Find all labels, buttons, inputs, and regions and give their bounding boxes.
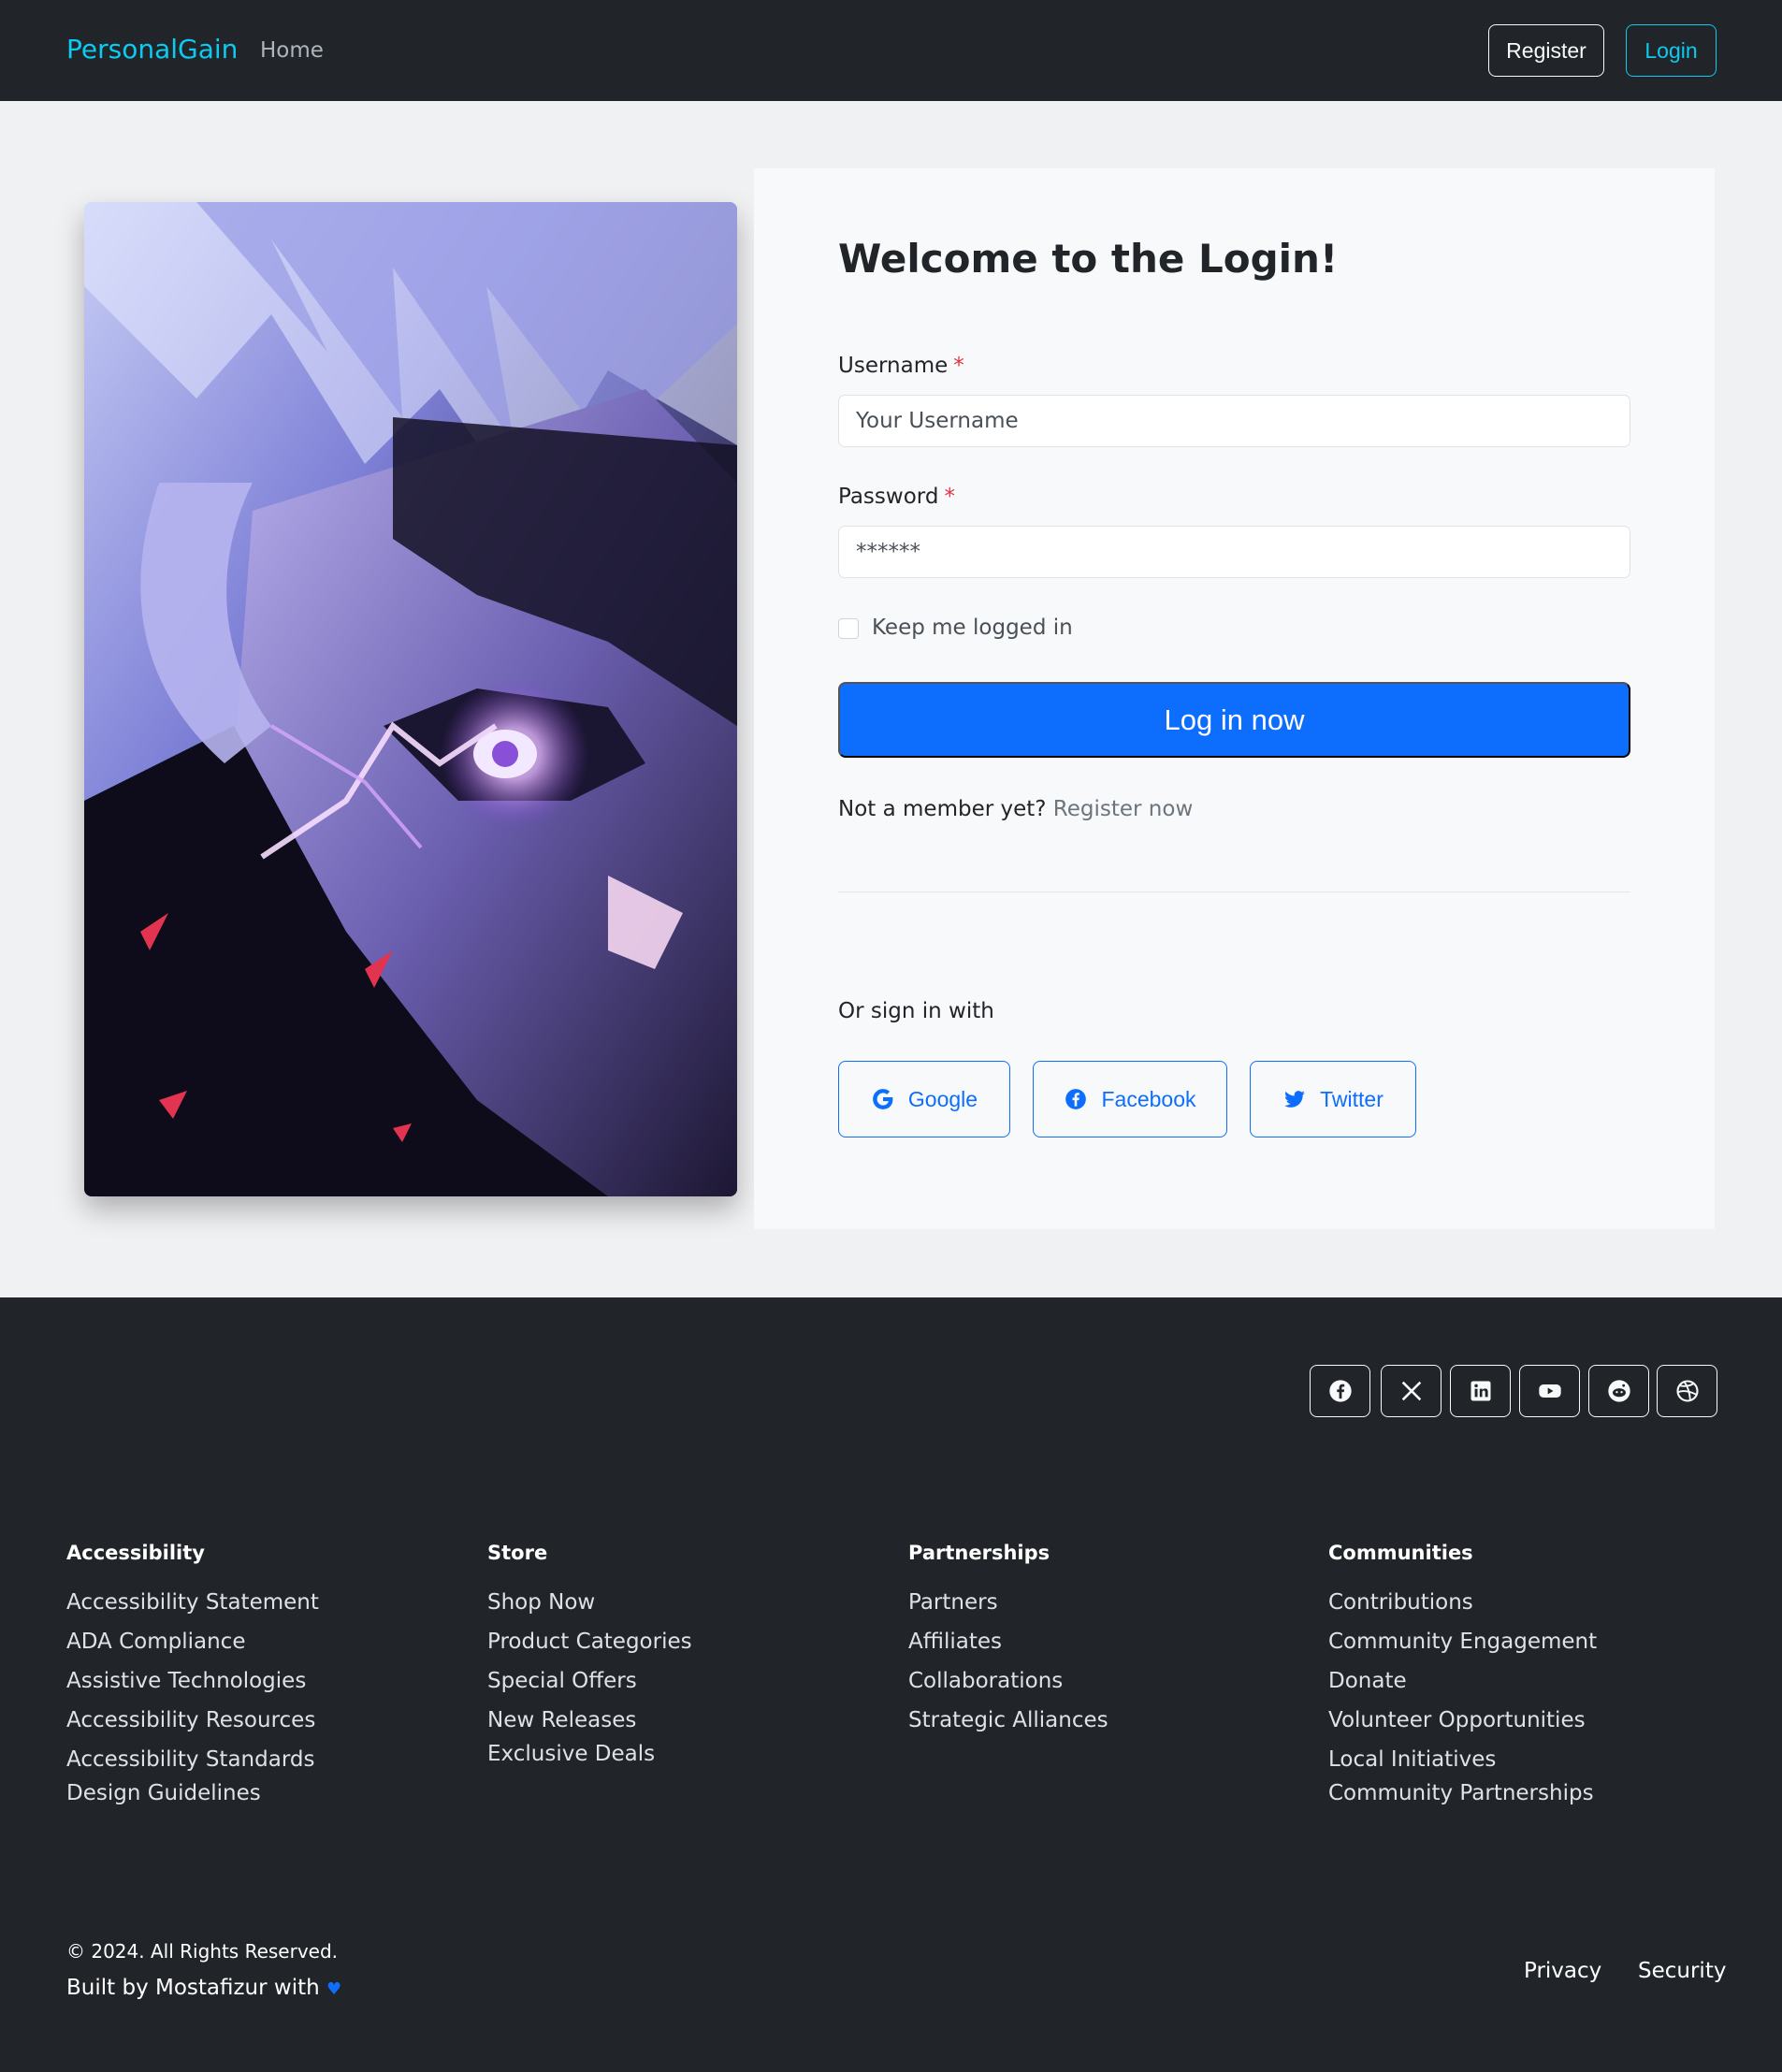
footer-facebook-icon[interactable] bbox=[1310, 1365, 1370, 1417]
username-input[interactable] bbox=[838, 395, 1630, 447]
footer-link[interactable]: Accessibility Standards bbox=[66, 1747, 314, 1772]
google-icon bbox=[873, 1089, 893, 1109]
footer-link[interactable]: Community Partnerships bbox=[1328, 1781, 1594, 1805]
facebook-signin-button[interactable]: Facebook bbox=[1033, 1061, 1227, 1137]
register-button[interactable]: Register bbox=[1488, 24, 1604, 77]
password-input[interactable] bbox=[838, 526, 1630, 578]
footer-link[interactable]: Affiliates bbox=[908, 1630, 1002, 1654]
footer-col-accessibility-title: Accessibility bbox=[66, 1542, 205, 1564]
keep-logged-in-label[interactable]: Keep me logged in bbox=[872, 616, 1073, 640]
footer-link[interactable]: Accessibility Resources bbox=[66, 1708, 315, 1732]
footer-link[interactable]: Strategic Alliances bbox=[908, 1708, 1108, 1732]
footer-reddit-icon[interactable] bbox=[1588, 1365, 1649, 1417]
username-label: Username * bbox=[838, 354, 964, 378]
footer-link[interactable]: Assistive Technologies bbox=[66, 1669, 306, 1693]
footer-dribbble-icon[interactable] bbox=[1657, 1365, 1717, 1417]
footer-col-store-title: Store bbox=[487, 1542, 548, 1564]
footer-link[interactable]: Exclusive Deals bbox=[487, 1742, 655, 1766]
footer-link[interactable]: Product Categories bbox=[487, 1630, 692, 1654]
footer-youtube-icon[interactable] bbox=[1519, 1365, 1580, 1417]
footer-col-partnerships-title: Partnerships bbox=[908, 1542, 1050, 1564]
footer-link[interactable]: Donate bbox=[1328, 1669, 1407, 1693]
copyright-text: © 2024. All Rights Reserved. bbox=[66, 1940, 339, 1963]
nav-home-link[interactable]: Home bbox=[260, 38, 324, 63]
x-icon bbox=[1401, 1381, 1421, 1401]
footer-col-communities-title: Communities bbox=[1328, 1542, 1473, 1564]
facebook-label: Facebook bbox=[1101, 1086, 1196, 1111]
footer-link[interactable]: Community Engagement bbox=[1328, 1630, 1597, 1654]
facebook-icon bbox=[1328, 1380, 1352, 1402]
footer-link[interactable]: Accessibility Statement bbox=[66, 1590, 319, 1615]
google-signin-button[interactable]: Google bbox=[838, 1061, 1010, 1137]
footer-link[interactable]: New Releases bbox=[487, 1708, 636, 1732]
register-prompt: Not a member yet? Register now bbox=[838, 797, 1193, 821]
page-title: Welcome to the Login! bbox=[838, 236, 1339, 282]
footer-link[interactable]: Design Guidelines bbox=[66, 1781, 261, 1805]
required-asterisk: * bbox=[953, 354, 964, 378]
username-label-text: Username bbox=[838, 354, 949, 378]
dribbble-icon bbox=[1675, 1380, 1699, 1402]
twitter-signin-button[interactable]: Twitter bbox=[1250, 1061, 1416, 1137]
navbar: PersonalGain Home Register Login bbox=[0, 0, 1782, 101]
linkedin-icon bbox=[1471, 1381, 1490, 1401]
required-asterisk: * bbox=[944, 485, 955, 509]
password-label-text: Password bbox=[838, 485, 939, 509]
login-submit-button[interactable]: Log in now bbox=[838, 682, 1630, 758]
divider bbox=[838, 891, 1630, 892]
footer-link[interactable]: Special Offers bbox=[487, 1669, 637, 1693]
keep-logged-in-checkbox[interactable] bbox=[838, 618, 859, 639]
twitter-icon bbox=[1284, 1091, 1305, 1108]
built-by-label: Built by Mostafizur with bbox=[66, 1976, 320, 2000]
heart-icon: ♥ bbox=[326, 1979, 342, 1999]
hero-illustration bbox=[84, 202, 737, 1196]
footer-linkedin-icon[interactable] bbox=[1450, 1365, 1511, 1417]
youtube-icon bbox=[1538, 1384, 1561, 1398]
not-member-text: Not a member yet? bbox=[838, 797, 1047, 821]
footer-link[interactable]: Contributions bbox=[1328, 1590, 1473, 1615]
register-now-link[interactable]: Register now bbox=[1053, 797, 1193, 821]
security-link[interactable]: Security bbox=[1638, 1959, 1726, 1983]
twitter-label: Twitter bbox=[1320, 1086, 1384, 1111]
google-label: Google bbox=[907, 1086, 978, 1111]
reddit-icon bbox=[1607, 1380, 1630, 1402]
privacy-link[interactable]: Privacy bbox=[1524, 1959, 1601, 1983]
footer-link[interactable]: Collaborations bbox=[908, 1669, 1063, 1693]
footer-link[interactable]: Partners bbox=[908, 1590, 998, 1615]
footer-link[interactable]: ADA Compliance bbox=[66, 1630, 245, 1654]
footer-link[interactable]: Local Initiatives bbox=[1328, 1747, 1496, 1772]
footer-link[interactable]: Shop Now bbox=[487, 1590, 595, 1615]
footer-link[interactable]: Volunteer Opportunities bbox=[1328, 1708, 1586, 1732]
password-label: Password * bbox=[838, 485, 955, 509]
brand-logo-link[interactable]: PersonalGain bbox=[66, 34, 238, 65]
login-button[interactable]: Login bbox=[1626, 24, 1717, 77]
social-signin-heading: Or sign in with bbox=[838, 999, 994, 1023]
footer-x-icon[interactable] bbox=[1381, 1365, 1442, 1417]
built-by-text: Built by Mostafizur with ♥ bbox=[66, 1976, 341, 2000]
facebook-icon bbox=[1065, 1089, 1087, 1109]
